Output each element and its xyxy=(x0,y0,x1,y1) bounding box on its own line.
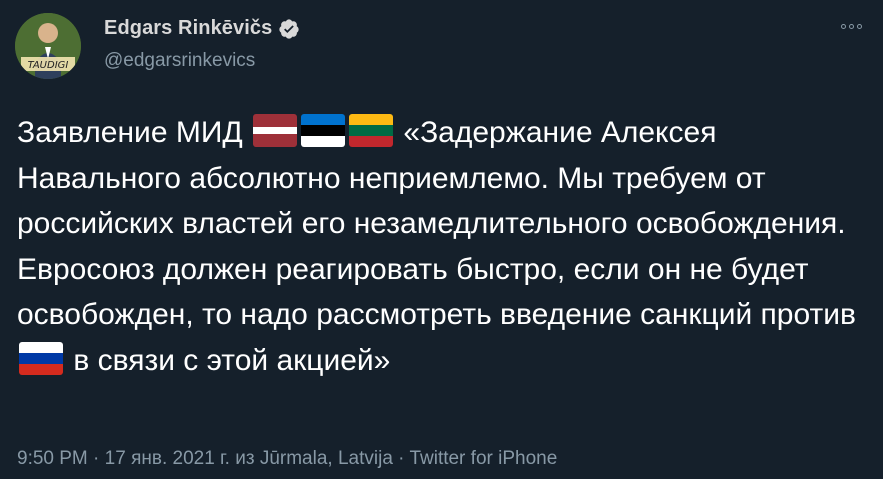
location-prefix: из xyxy=(229,448,260,469)
russia-flag-icon xyxy=(19,341,63,375)
author-name-row[interactable]: Edgars Rinkēvičs xyxy=(104,17,300,40)
latvia-flag-icon xyxy=(253,114,298,147)
author-handle[interactable]: @edgarsrinkevics xyxy=(104,50,255,72)
meta-separator: · xyxy=(87,448,105,469)
tweet-time[interactable]: 9:50 PM xyxy=(17,448,88,469)
tweet-meta: 9:50 PM · 17 янв. 2021 г. из Jūrmala, La… xyxy=(17,448,557,470)
tweet-location[interactable]: Jūrmala, Latvija xyxy=(260,448,393,469)
meta-separator: · xyxy=(392,448,410,469)
avatar[interactable]: TAUDIGI xyxy=(15,13,81,79)
lithuania-flag-icon xyxy=(349,114,394,147)
tweet-text-segment: в связи с этой акцией» xyxy=(65,343,391,377)
estonia-flag-icon xyxy=(301,114,346,147)
display-name[interactable]: Edgars Rinkēvičs xyxy=(104,17,272,40)
avatar-caption: TAUDIGI xyxy=(28,60,69,71)
more-options-icon[interactable] xyxy=(837,16,865,36)
tweet-text-segment: Заявление МИД xyxy=(17,116,252,149)
avatar-image: TAUDIGI xyxy=(15,13,81,79)
tweet-date[interactable]: 17 янв. 2021 г. xyxy=(105,448,230,469)
tweet-source[interactable]: Twitter for iPhone xyxy=(409,448,557,469)
verified-badge-icon xyxy=(278,18,300,40)
tweet-text: Заявление МИД «Задержание Алексея Наваль… xyxy=(17,110,862,383)
